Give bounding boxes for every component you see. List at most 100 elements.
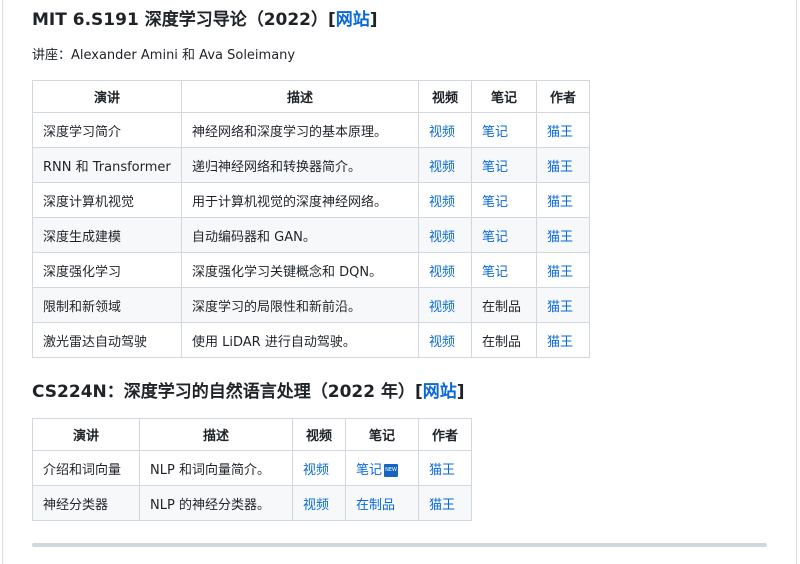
notes-cell: 在制品 <box>471 287 537 323</box>
author-link[interactable]: 猫王 <box>547 265 573 280</box>
notes-cell: 笔记 <box>471 217 537 253</box>
col-header-video: 视频 <box>418 80 472 113</box>
description-cell: 深度强化学习关键概念和 DQN。 <box>181 252 419 288</box>
cs224n-lectures-table: 演讲 描述 视频 笔记 作者 介绍和词向量 NLP 和词向量简介。 视频 笔记 N… <box>32 418 472 521</box>
lecture-cell: 介绍和词向量 <box>32 450 140 486</box>
table-row: 限制和新领域 深度学习的局限性和新前沿。 视频 在制品 猫王 <box>32 287 590 323</box>
notes-cell: 笔记 <box>471 112 537 148</box>
website-link[interactable]: 网站 <box>423 382 457 402</box>
description-cell: 自动编码器和 GAN。 <box>181 217 419 253</box>
frame-left-border <box>2 0 3 564</box>
video-cell: 视频 <box>418 287 472 323</box>
video-link[interactable]: 视频 <box>429 230 455 245</box>
author-link[interactable]: 猫王 <box>429 498 455 513</box>
notes-cell: 在制品 <box>471 322 537 358</box>
author-cell: 猫王 <box>536 112 590 148</box>
description-cell: 用于计算机视觉的深度神经网络。 <box>181 182 419 218</box>
notes-link[interactable]: 笔记 <box>482 265 508 280</box>
author-link[interactable]: 猫王 <box>547 300 573 315</box>
table-row: 介绍和词向量 NLP 和词向量简介。 视频 笔记 NEW 猫王 <box>32 450 472 486</box>
bracket: ] <box>369 10 378 30</box>
col-header-notes: 笔记 <box>345 418 419 451</box>
notes-link[interactable]: 在制品 <box>356 498 395 513</box>
author-link[interactable]: 猫王 <box>429 463 455 478</box>
video-link[interactable]: 视频 <box>429 335 455 350</box>
video-cell: 视频 <box>292 485 346 521</box>
video-cell: 视频 <box>292 450 346 486</box>
lecturer-text: 讲座：Alexander Amini 和 Ava Soleimany <box>32 48 296 63</box>
video-link[interactable]: 视频 <box>303 498 329 513</box>
notes-link[interactable]: 笔记 <box>482 230 508 245</box>
video-cell: 视频 <box>418 112 472 148</box>
description-cell: 使用 LiDAR 进行自动驾驶。 <box>181 322 419 358</box>
table-row: 深度生成建模 自动编码器和 GAN。 视频 笔记 猫王 <box>32 217 590 253</box>
col-header-description: 描述 <box>181 80 419 113</box>
author-link[interactable]: 猫王 <box>547 230 573 245</box>
lecture-cell: RNN 和 Transformer <box>32 147 182 183</box>
bracket: [ <box>414 382 423 402</box>
notes-link[interactable]: 笔记 <box>482 125 508 140</box>
bracket: ] <box>456 382 465 402</box>
author-link[interactable]: 猫王 <box>547 195 573 210</box>
notes-cell: 在制品 <box>345 485 419 521</box>
notes-link[interactable]: 笔记 <box>482 160 508 175</box>
table-row: RNN 和 Transformer 递归神经网络和转换器简介。 视频 笔记 猫王 <box>32 147 590 183</box>
video-link[interactable]: 视频 <box>429 125 455 140</box>
author-link[interactable]: 猫王 <box>547 125 573 140</box>
horizontal-rule <box>32 543 767 547</box>
notes-cell: 笔记 <box>471 252 537 288</box>
table-row: 神经分类器 NLP 的神经分类器。 视频 在制品 猫王 <box>32 485 472 521</box>
section-heading-cs224n: CS224N：深度学习的自然语言处理（2022 年）[网站] <box>32 380 465 404</box>
description-cell: 递归神经网络和转换器简介。 <box>181 147 419 183</box>
col-header-author: 作者 <box>418 418 472 451</box>
notes-link[interactable]: 笔记 <box>356 463 382 478</box>
mit-lectures-table: 演讲 描述 视频 笔记 作者 深度学习简介 神经网络和深度学习的基本原理。 视频… <box>32 80 590 358</box>
new-badge-icon: NEW <box>384 463 399 477</box>
author-cell: 猫王 <box>536 182 590 218</box>
video-cell: 视频 <box>418 322 472 358</box>
description-cell: NLP 的神经分类器。 <box>139 485 293 521</box>
video-link[interactable]: 视频 <box>429 160 455 175</box>
table-row: 深度学习简介 神经网络和深度学习的基本原理。 视频 笔记 猫王 <box>32 112 590 148</box>
lecture-cell: 深度计算机视觉 <box>32 182 182 218</box>
col-header-notes: 笔记 <box>471 80 537 113</box>
section-title: CS224N：深度学习的自然语言处理（2022 年） <box>32 382 415 402</box>
description-cell: 深度学习的局限性和新前沿。 <box>181 287 419 323</box>
website-link[interactable]: 网站 <box>336 10 370 30</box>
video-cell: 视频 <box>418 252 472 288</box>
frame-right-border <box>796 0 797 564</box>
lecture-cell: 限制和新领域 <box>32 287 182 323</box>
author-cell: 猫王 <box>418 450 472 486</box>
bracket: [ <box>328 10 336 30</box>
lecture-cell: 深度学习简介 <box>32 112 182 148</box>
lecture-cell: 深度强化学习 <box>32 252 182 288</box>
col-header-lecture: 演讲 <box>32 418 140 451</box>
notes-cell: 笔记 <box>471 147 537 183</box>
video-cell: 视频 <box>418 182 472 218</box>
lecture-cell: 激光雷达自动驾驶 <box>32 322 182 358</box>
section-heading-mit: MIT 6.S191 深度学习导论（2022）[网站] <box>32 8 378 32</box>
table-row: 深度计算机视觉 用于计算机视觉的深度神经网络。 视频 笔记 猫王 <box>32 182 590 218</box>
table-row: 深度强化学习 深度强化学习关键概念和 DQN。 视频 笔记 猫王 <box>32 252 590 288</box>
lecture-cell: 深度生成建模 <box>32 217 182 253</box>
col-header-lecture: 演讲 <box>32 80 182 113</box>
notes-link[interactable]: 笔记 <box>482 195 508 210</box>
video-link[interactable]: 视频 <box>429 195 455 210</box>
author-link[interactable]: 猫王 <box>547 335 573 350</box>
author-cell: 猫王 <box>536 287 590 323</box>
video-link[interactable]: 视频 <box>303 463 329 478</box>
col-header-description: 描述 <box>139 418 293 451</box>
author-link[interactable]: 猫王 <box>547 160 573 175</box>
description-cell: NLP 和词向量简介。 <box>139 450 293 486</box>
author-cell: 猫王 <box>536 322 590 358</box>
lecture-cell: 神经分类器 <box>32 485 140 521</box>
section-title: MIT 6.S191 深度学习导论（2022） <box>32 10 329 30</box>
table-row: 激光雷达自动驾驶 使用 LiDAR 进行自动驾驶。 视频 在制品 猫王 <box>32 322 590 358</box>
col-header-video: 视频 <box>292 418 346 451</box>
col-header-author: 作者 <box>536 80 590 113</box>
notes-cell: 笔记 <box>471 182 537 218</box>
video-link[interactable]: 视频 <box>429 300 455 315</box>
description-cell: 神经网络和深度学习的基本原理。 <box>181 112 419 148</box>
video-link[interactable]: 视频 <box>429 265 455 280</box>
author-cell: 猫王 <box>536 217 590 253</box>
